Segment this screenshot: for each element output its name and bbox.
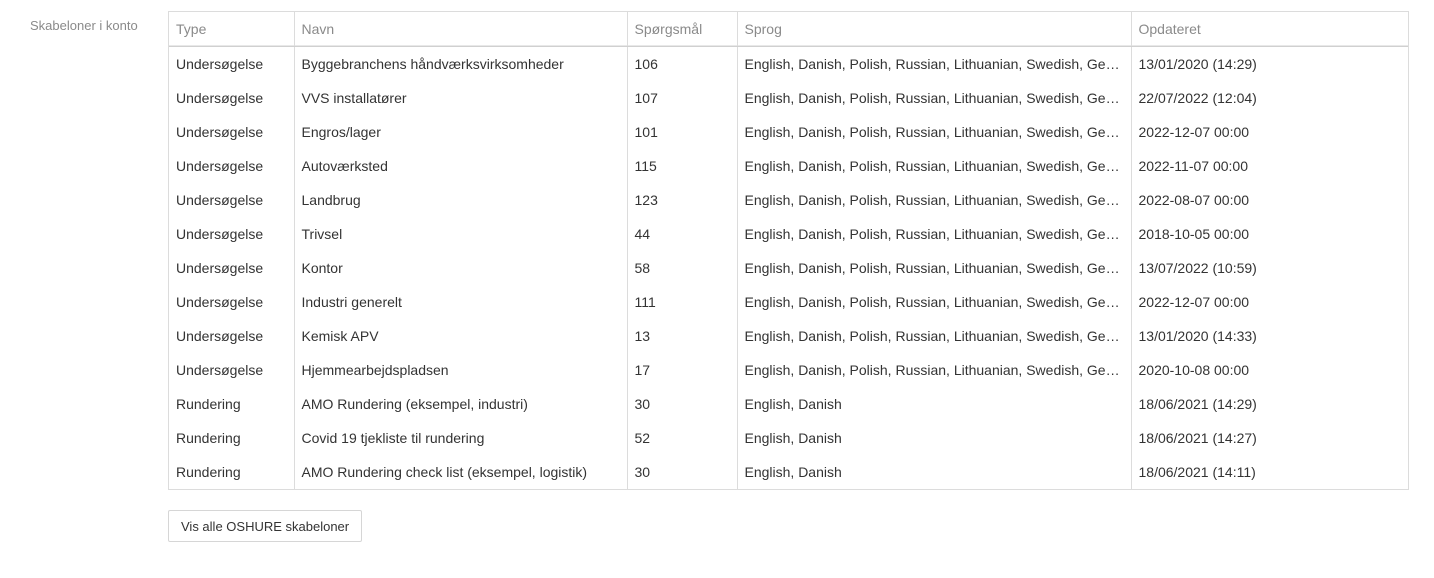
- cell-name: VVS installatører: [294, 81, 628, 115]
- cell-name: Landbrug: [294, 183, 628, 217]
- table-row[interactable]: Undersøgelse Engros/lager 101 English, Dani…: [169, 115, 1408, 149]
- cell-questions: 13: [627, 319, 738, 353]
- column-header-languages[interactable]: Sprog: [737, 12, 1132, 47]
- cell-name: Kontor: [294, 251, 628, 285]
- table-row[interactable]: Undersøgelse Industri generelt 111 English,…: [169, 285, 1408, 319]
- cell-name: AMO Rundering check list (eksempel, logi…: [294, 455, 628, 489]
- cell-languages: English, Danish, Polish, Russian, Lithua…: [737, 115, 1132, 149]
- templates-table: Type Navn Spørgsmål Sprog Opdateret Unde…: [168, 11, 1409, 490]
- table-row[interactable]: Undersøgelse Hjemmearbejdspladsen 17 Englis…: [169, 353, 1408, 387]
- cell-updated: 18/06/2021 (14:29): [1138, 396, 1257, 412]
- table-row[interactable]: Undersøgelse Landbrug 123 English, Danish, …: [169, 183, 1408, 217]
- cell-name: Covid 19 tjekliste til rundering: [294, 421, 628, 455]
- cell-type: Undersøgelse: [169, 285, 295, 319]
- cell-updated: 2018-10-05 00:00: [1138, 226, 1250, 242]
- cell-languages: English, Danish, Polish, Russian, Lithua…: [737, 46, 1132, 81]
- table-row[interactable]: Undersøgelse Kemisk APV 13 English, Danish,…: [169, 319, 1408, 353]
- cell-questions: 106: [627, 46, 738, 81]
- cell-questions: 30: [627, 387, 738, 421]
- cell-updated: 13/07/2022 (10:59): [1138, 260, 1257, 276]
- cell-type: Rundering: [169, 387, 295, 421]
- cell-name: Hjemmearbejdspladsen: [294, 353, 628, 387]
- cell-name: Trivsel: [294, 217, 628, 251]
- cell-questions: 44: [627, 217, 738, 251]
- cell-type: Undersøgelse: [169, 251, 295, 285]
- cell-questions: 58: [627, 251, 738, 285]
- cell-name: Autoværksted: [294, 149, 628, 183]
- cell-name: Industri generelt: [294, 285, 628, 319]
- column-header-name[interactable]: Navn: [294, 12, 628, 47]
- cell-type: Rundering: [169, 421, 295, 455]
- cell-updated: 22/07/2022 (12:04): [1138, 90, 1257, 106]
- table-row[interactable]: Undersøgelse Kontor 58 English, Danish, Pol…: [169, 251, 1408, 285]
- cell-questions: 30: [627, 455, 738, 489]
- cell-questions: 107: [627, 81, 738, 115]
- table-row[interactable]: Undersøgelse Trivsel 44 English, Danish, Po…: [169, 217, 1408, 251]
- cell-updated: 2022-12-07 00:00: [1138, 124, 1250, 140]
- table-header-row: Type Navn Spørgsmål Sprog Opdateret: [169, 12, 1408, 47]
- cell-languages: English, Danish, Polish, Russian, Lithua…: [737, 217, 1132, 251]
- cell-questions: 101: [627, 115, 738, 149]
- cell-name: Engros/lager: [294, 115, 628, 149]
- cell-updated: 18/06/2021 (14:11): [1138, 464, 1256, 480]
- cell-type: Undersøgelse: [169, 81, 295, 115]
- cell-updated: 13/01/2020 (14:29): [1138, 56, 1257, 72]
- cell-languages: English, Danish, Polish, Russian, Lithua…: [737, 81, 1132, 115]
- cell-languages: English, Danish: [737, 421, 1132, 455]
- cell-languages: English, Danish, Polish, Russian, Lithua…: [737, 353, 1132, 387]
- column-header-updated[interactable]: Opdateret: [1131, 12, 1408, 47]
- cell-languages: English, Danish, Polish, Russian, Lithua…: [737, 183, 1132, 217]
- table-row[interactable]: Undersøgelse Autoværksted 115 English, Dani…: [169, 149, 1408, 183]
- table-row[interactable]: Rundering AMO Rundering check list (eksem…: [169, 455, 1408, 489]
- cell-type: Rundering: [169, 455, 295, 489]
- cell-languages: English, Danish, Polish, Russian, Lithua…: [737, 319, 1132, 353]
- cell-type: Undersøgelse: [169, 319, 295, 353]
- cell-updated: 13/01/2020 (14:33): [1138, 328, 1257, 344]
- cell-type: Undersøgelse: [169, 217, 295, 251]
- table-row[interactable]: Rundering Covid 19 tjekliste til runderin…: [169, 421, 1408, 455]
- cell-languages: English, Danish: [737, 455, 1132, 489]
- cell-type: Undersøgelse: [169, 149, 295, 183]
- cell-languages: English, Danish, Polish, Russian, Lithua…: [737, 149, 1132, 183]
- column-header-type[interactable]: Type: [169, 12, 295, 47]
- cell-questions: 17: [627, 353, 738, 387]
- cell-questions: 111: [627, 285, 738, 319]
- cell-updated: 18/06/2021 (14:27): [1138, 430, 1257, 446]
- table-row[interactable]: Rundering AMO Rundering (eksempel, indust…: [169, 387, 1408, 421]
- cell-updated: 2022-08-07 00:00: [1138, 192, 1250, 208]
- cell-name: AMO Rundering (eksempel, industri): [294, 387, 628, 421]
- show-all-templates-button[interactable]: Vis alle OSHURE skabeloner: [168, 510, 363, 542]
- cell-languages: English, Danish: [737, 387, 1132, 421]
- cell-languages: English, Danish, Polish, Russian, Lithua…: [737, 285, 1132, 319]
- cell-name: Kemisk APV: [294, 319, 628, 353]
- cell-updated: 2022-12-07 00:00: [1138, 294, 1250, 310]
- section-label: Skabeloner i konto: [30, 18, 138, 33]
- cell-type: Undersøgelse: [169, 115, 295, 149]
- table-row[interactable]: Undersøgelse Byggebranchens håndværksvirk…: [169, 46, 1408, 81]
- cell-type: Undersøgelse: [169, 353, 295, 387]
- column-header-questions[interactable]: Spørgsmål: [627, 12, 738, 47]
- cell-name: Byggebranchens håndværksvirksomheder: [294, 46, 628, 81]
- cell-updated: 2022-11-07 00:00: [1138, 158, 1249, 174]
- cell-type: Undersøgelse: [169, 183, 295, 217]
- table-row[interactable]: Undersøgelse VVS installatører 107 English,…: [169, 81, 1408, 115]
- cell-questions: 115: [627, 149, 738, 183]
- cell-updated: 2020-10-08 00:00: [1138, 362, 1250, 378]
- cell-type: Undersøgelse: [169, 46, 295, 81]
- cell-questions: 52: [627, 421, 738, 455]
- cell-questions: 123: [627, 183, 738, 217]
- cell-languages: English, Danish, Polish, Russian, Lithua…: [737, 251, 1132, 285]
